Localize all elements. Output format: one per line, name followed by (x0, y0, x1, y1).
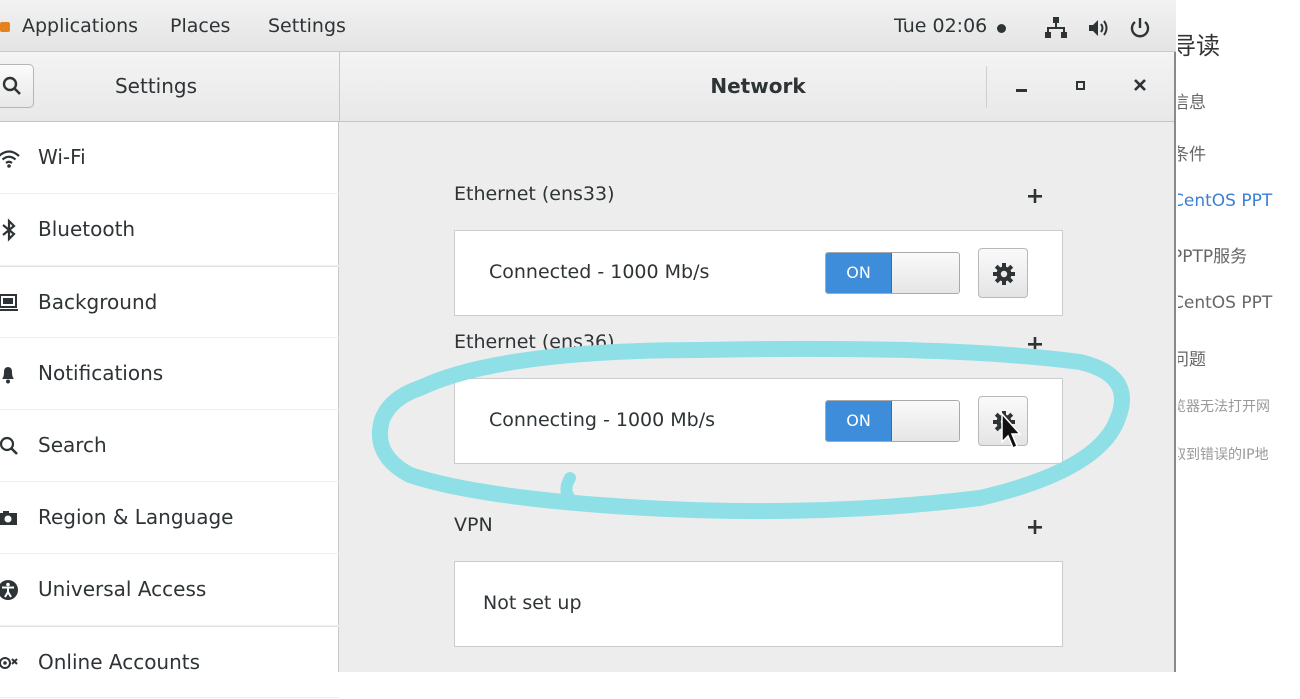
plus-icon (1028, 520, 1042, 534)
accessibility-icon (0, 578, 21, 602)
bg-link-active[interactable]: CentOS PPT (1178, 191, 1272, 211)
maximize-button[interactable] (1063, 70, 1097, 104)
minimize-button[interactable] (1004, 70, 1038, 104)
vpn-status: Not set up (483, 592, 582, 614)
sidebar-item-label: Background (38, 290, 158, 314)
sidebar-item-background[interactable]: Background (0, 266, 339, 338)
network-panel: Ethernet (ens33) Connected - 1000 Mb/s O… (340, 122, 1174, 672)
bg-heading: 导读 (1178, 32, 1220, 60)
background-icon (0, 291, 21, 315)
bg-link[interactable]: 问题 (1178, 345, 1206, 370)
bell-icon (0, 362, 21, 386)
settings-menu[interactable]: Settings (268, 15, 346, 37)
settings-window: Settings Network Wi-Fi Bluetooth Backgro… (0, 52, 1176, 698)
sidebar-item-label: Universal Access (38, 577, 207, 601)
applications-menu[interactable]: Applications (22, 15, 138, 37)
sidebar-item-label: Notifications (38, 361, 164, 385)
connection-status: Connecting - 1000 Mb/s (489, 409, 716, 431)
connection-settings-button[interactable] (978, 248, 1028, 298)
bg-link[interactable]: CentOS PPT (1178, 293, 1272, 313)
sidebar-item-notifications[interactable]: Notifications (0, 338, 339, 410)
sidebar-item-universal-access[interactable]: Universal Access (0, 554, 339, 626)
sidebar-item-search[interactable]: Search (0, 410, 339, 482)
background-web-page: 导读 信息 条件 CentOS PPT PPTP服务 CentOS PPT 问题… (1178, 0, 1300, 672)
add-connection-button[interactable] (1022, 183, 1048, 209)
mouse-cursor (1001, 412, 1022, 450)
switch-knob (892, 401, 959, 441)
sidebar-item-label: Online Accounts (38, 650, 201, 674)
sidebar-item-bluetooth[interactable]: Bluetooth (0, 194, 339, 266)
add-vpn-button[interactable] (1022, 514, 1048, 540)
settings-sidebar: Wi-Fi Bluetooth Background Notifications… (0, 122, 339, 698)
top-panel: Applications Places Settings Tue 02:06 (0, 0, 1176, 52)
sidebar-item-label: Region & Language (38, 505, 234, 529)
wifi-icon (0, 146, 21, 170)
plus-icon (1028, 337, 1042, 351)
close-icon (1134, 79, 1146, 91)
close-button[interactable] (1123, 70, 1157, 104)
header-divider (339, 52, 340, 122)
switch-on-label: ON (826, 253, 892, 293)
clock[interactable]: Tue 02:06 (894, 15, 987, 37)
plus-icon (1028, 189, 1042, 203)
power-icon[interactable] (1128, 16, 1152, 40)
connection-switch[interactable]: ON (825, 252, 960, 294)
sidebar-title: Settings (114, 74, 198, 98)
maximize-icon (1076, 81, 1085, 90)
vpn-card: Not set up (454, 561, 1063, 647)
places-menu[interactable]: Places (170, 15, 230, 37)
accounts-icon (0, 651, 21, 675)
sidebar-item-label: Wi-Fi (38, 145, 86, 169)
connection-switch[interactable]: ON (825, 400, 960, 442)
panel-title: Network (710, 74, 806, 98)
section-title: Ethernet (ens36) (454, 331, 615, 353)
controls-divider (986, 66, 987, 108)
notification-dot (997, 24, 1006, 33)
search-button[interactable] (0, 64, 34, 108)
bg-link[interactable]: 条件 (1178, 140, 1206, 165)
section-title: Ethernet (ens33) (454, 183, 615, 205)
minimize-icon (1016, 89, 1027, 92)
applications-icon[interactable] (0, 22, 10, 32)
connection-card: Connected - 1000 Mb/s ON (454, 230, 1063, 316)
header-bar: Settings Network (0, 52, 1174, 122)
add-connection-button[interactable] (1022, 331, 1048, 357)
sidebar-item-online-accounts[interactable]: Online Accounts (0, 626, 339, 698)
connection-card: Connecting - 1000 Mb/s ON (454, 378, 1063, 464)
sidebar-item-wifi[interactable]: Wi-Fi (0, 122, 339, 194)
bg-link[interactable]: 览器无法打开网 (1178, 396, 1270, 416)
bg-link[interactable]: PPTP服务 (1178, 242, 1247, 267)
sidebar-item-label: Bluetooth (38, 217, 136, 241)
search-icon (0, 434, 21, 458)
sidebar-item-region-language[interactable]: Region & Language (0, 482, 339, 554)
bg-link[interactable]: 取到错误的IP地 (1178, 444, 1269, 464)
camera-icon (0, 506, 21, 530)
volume-icon[interactable] (1086, 16, 1110, 40)
switch-on-label: ON (826, 401, 892, 441)
connection-status: Connected - 1000 Mb/s (489, 261, 710, 283)
sidebar-item-label: Search (38, 433, 107, 457)
switch-knob (892, 253, 959, 293)
bg-link[interactable]: 信息 (1178, 88, 1206, 113)
search-icon (2, 76, 21, 95)
gear-icon (993, 263, 1015, 285)
section-title: VPN (454, 514, 493, 536)
network-wired-icon[interactable] (1044, 16, 1068, 40)
bluetooth-icon (0, 218, 21, 242)
